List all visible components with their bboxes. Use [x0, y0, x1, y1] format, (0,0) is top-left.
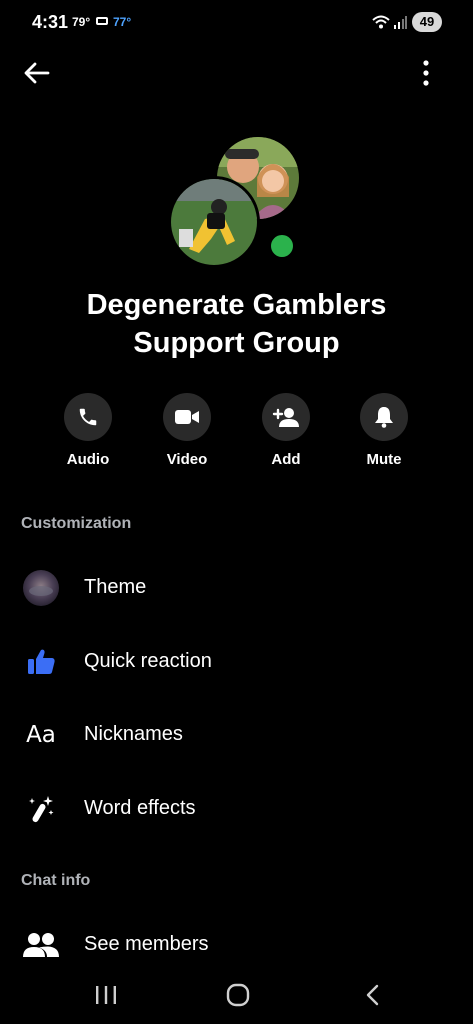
recent-apps-icon: [96, 986, 116, 1004]
action-bar: Audio Video Add Mute: [0, 393, 473, 473]
mute-button[interactable]: Mute: [349, 393, 419, 468]
word-effects-icon: [29, 796, 54, 823]
quick-reaction-label: Quick reaction: [84, 650, 212, 672]
see-members-row[interactable]: See members: [0, 917, 473, 973]
status-bar: 4:31 79° 77° 49: [0, 0, 473, 46]
home-button[interactable]: [218, 980, 258, 1010]
members-icon: [23, 933, 59, 957]
group-name: Degenerate Gamblers Support Group: [86, 289, 387, 359]
word-effects-row[interactable]: Word effects: [0, 781, 473, 837]
nicknames-row[interactable]: Aa Nicknames: [0, 707, 473, 763]
battery-indicator: 49: [412, 12, 442, 32]
add-person-icon: [272, 408, 299, 427]
online-status-indicator: [268, 232, 296, 260]
add-people-button[interactable]: Add: [251, 393, 321, 468]
video-label: Video: [166, 451, 208, 468]
nicknames-label: Nicknames: [84, 723, 183, 745]
video-call-button[interactable]: Video: [152, 393, 222, 468]
thumbs-up-icon: [28, 649, 55, 674]
recent-apps-button[interactable]: [86, 980, 126, 1010]
see-members-label: See members: [84, 933, 209, 955]
signal-icon: [394, 16, 407, 29]
theme-icon: [23, 570, 59, 606]
word-effects-label: Word effects: [84, 797, 196, 819]
group-avatar[interactable]: [168, 132, 308, 272]
mute-label: Mute: [366, 451, 402, 468]
theme-row[interactable]: Theme: [0, 560, 473, 616]
wifi-icon: [372, 15, 390, 29]
system-back-button[interactable]: [352, 980, 392, 1010]
system-navigation-bar: [0, 966, 473, 1024]
member-avatar-football: [168, 176, 260, 268]
chat-info-header: Chat info: [21, 872, 91, 889]
nicknames-icon: Aa: [26, 722, 56, 748]
weather-icon: [96, 17, 108, 25]
arrow-left-icon: [24, 62, 50, 84]
status-temperature: 79°: [72, 15, 91, 29]
status-time: 4:31: [32, 12, 69, 32]
chevron-left-icon: [366, 984, 379, 1006]
customization-header: Customization: [21, 515, 132, 532]
theme-label: Theme: [84, 576, 147, 598]
add-label: Add: [271, 451, 301, 468]
audio-call-button[interactable]: Audio: [53, 393, 123, 468]
audio-label: Audio: [66, 451, 110, 468]
back-button[interactable]: [20, 56, 54, 90]
more-options-button[interactable]: [410, 56, 442, 90]
bell-icon: [375, 407, 393, 428]
video-icon: [175, 410, 199, 424]
quick-reaction-row[interactable]: Quick reaction: [0, 634, 473, 690]
status-temperature-secondary: 77°: [113, 15, 132, 29]
phone-icon: [79, 408, 97, 426]
vertical-dots-icon: [423, 60, 429, 86]
home-icon: [226, 983, 250, 1007]
